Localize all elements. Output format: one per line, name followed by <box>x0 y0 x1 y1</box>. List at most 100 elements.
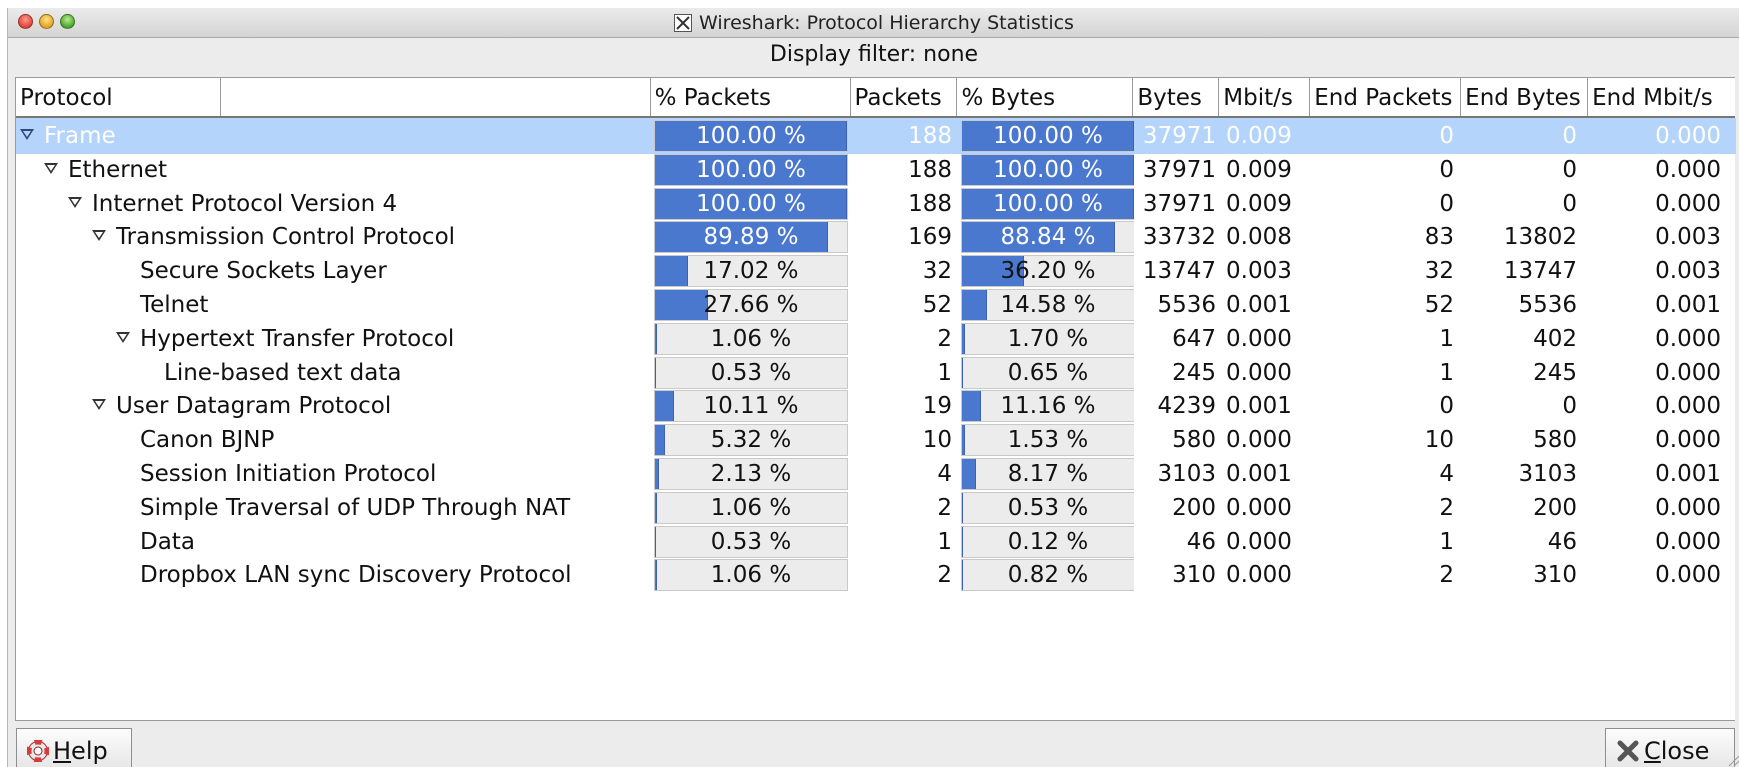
pct-packets-cell: 100.00 % <box>651 152 851 188</box>
close-button[interactable]: Close <box>1605 728 1735 767</box>
packets-cell: 19 <box>922 393 952 420</box>
protocol-cell: Session Initiation Protocol <box>16 456 651 492</box>
end-packets-cell: 4 <box>1439 461 1454 487</box>
pct-packets-bar: 100.00 % <box>654 153 848 186</box>
pct-packets-cell: 100.00 % <box>651 118 851 154</box>
table-row[interactable]: Ethernet 100.00 % 188 100.00 % 37971 0.009 0 0 0… <box>16 152 1736 188</box>
window-title-area: Wireshark: Protocol Hierarchy Statistics <box>8 8 1739 37</box>
mbits-cell: 0.001 <box>1226 393 1292 420</box>
pct-bytes-bar: 100.00 % <box>961 153 1134 186</box>
protocol-cell: Transmission Control Protocol <box>16 219 651 255</box>
packets-cell: 2 <box>937 494 952 521</box>
triangle-down-icon[interactable] <box>44 162 58 174</box>
table-row[interactable]: Hypertext Transfer Protocol 1.06 % 2 1.70 %… <box>16 321 1736 357</box>
mbits-cell: 0.008 <box>1226 224 1292 251</box>
triangle-down-icon[interactable] <box>92 230 106 242</box>
pct-packets-label: 100.00 % <box>696 190 806 217</box>
bytes-cell: 580 <box>1172 427 1216 454</box>
table-row[interactable]: Internet Protocol Version 4 100.00 % 188 10… <box>16 186 1736 222</box>
table-row[interactable]: Session Initiation Protocol 2.13 % 4 8.17 %… <box>16 456 1736 492</box>
pct-bytes-bar: 100.00 % <box>961 187 1134 220</box>
triangle-down-icon[interactable] <box>20 129 34 140</box>
end-bytes-cell: 580 <box>1533 427 1577 454</box>
column-header-protocol-spacer[interactable] <box>221 78 651 116</box>
protocol-name: Transmission Control Protocol <box>116 224 456 251</box>
protocol-tree-table[interactable]: Protocol % Packets Packets % Bytes Bytes… <box>15 77 1736 721</box>
column-header-mbits[interactable]: Mbit/s <box>1219 78 1311 116</box>
table-row[interactable]: Telnet 27.66 % 52 14.58 % 5536 0.001 52 5536 0.0… <box>16 287 1736 323</box>
protocol-cell: Data <box>16 524 651 560</box>
end-bytes-cell: 3103 <box>1518 461 1577 487</box>
pct-packets-label: 1.06 % <box>710 562 792 589</box>
end-bytes-cell: 46 <box>1547 528 1577 555</box>
pct-bytes-label: 36.20 % <box>1000 258 1096 285</box>
triangle-down-icon[interactable] <box>68 196 82 208</box>
pct-packets-label: 100.00 % <box>696 156 806 183</box>
pct-bytes-cell: 1.53 % <box>958 422 1134 458</box>
protocol-name: Data <box>140 528 195 555</box>
end-mbits-cell: 0.000 <box>1655 156 1721 183</box>
pct-bytes-bar: 1.53 % <box>961 424 1134 457</box>
table-row[interactable]: Simple Traversal of UDP Through NAT 1.06 … <box>16 490 1736 526</box>
pct-packets-cell: 1.06 % <box>651 321 851 357</box>
table-row[interactable]: Dropbox LAN sync Discovery Protocol 1.06 … <box>16 557 1736 593</box>
pct-packets-cell: 89.89 % <box>651 219 851 255</box>
mbits-cell: 0.000 <box>1226 325 1292 352</box>
bytes-cell: 3103 <box>1157 461 1216 487</box>
mbits-cell: 0.000 <box>1226 494 1292 521</box>
pct-packets-label: 27.66 % <box>703 292 799 318</box>
pct-bytes-cell: 14.58 % <box>958 287 1134 323</box>
pct-packets-bar: 10.11 % <box>654 390 848 423</box>
help-button[interactable]: Help <box>16 728 132 767</box>
table-row[interactable]: Transmission Control Protocol 89.89 % 169 8… <box>16 219 1736 255</box>
title-bar[interactable]: Wireshark: Protocol Hierarchy Statistics <box>8 8 1739 38</box>
table-row[interactable]: Secure Sockets Layer 17.02 % 32 36.20 % 1374… <box>16 253 1736 289</box>
end-mbits-cell: 0.000 <box>1655 528 1721 555</box>
column-header-end-mbits[interactable]: End Mbit/s <box>1588 78 1735 116</box>
table-row[interactable]: Frame 100.00 % 188 100.00 % 37971 0.009 0 0 0.00… <box>16 118 1736 154</box>
packets-cell: 169 <box>908 224 952 251</box>
bytes-cell: 310 <box>1172 562 1216 589</box>
column-header-end-packets[interactable]: End Packets <box>1310 78 1462 116</box>
protocol-name: Frame <box>44 123 116 149</box>
triangle-down-icon[interactable] <box>116 331 130 343</box>
column-header-pct-packets[interactable]: % Packets <box>651 78 851 116</box>
pct-bytes-cell: 8.17 % <box>958 456 1134 492</box>
pct-packets-bar: 17.02 % <box>654 255 848 288</box>
pct-packets-cell: 0.53 % <box>651 355 851 391</box>
resize-grip-icon[interactable] <box>1726 753 1739 767</box>
table-row[interactable]: Canon BJNP 5.32 % 10 1.53 % 580 0.000 10 580 0.0… <box>16 422 1736 458</box>
pct-bytes-bar: 100.00 % <box>961 120 1134 152</box>
pct-packets-label: 89.89 % <box>703 224 799 251</box>
protocol-name: Line-based text data <box>164 359 402 386</box>
pct-bytes-cell: 36.20 % <box>958 253 1134 289</box>
table-row[interactable]: Line-based text data 0.53 % 1 0.65 % 245 0.00… <box>16 355 1736 391</box>
end-mbits-cell: 0.000 <box>1655 123 1721 149</box>
end-bytes-cell: 0 <box>1562 393 1577 420</box>
pct-packets-bar: 2.13 % <box>654 458 848 490</box>
column-header-protocol[interactable]: Protocol <box>16 78 221 116</box>
pct-bytes-label: 100.00 % <box>993 190 1103 217</box>
column-header-packets[interactable]: Packets <box>851 78 958 116</box>
pct-packets-bar: 1.06 % <box>654 559 848 592</box>
column-header-end-bytes[interactable]: End Bytes <box>1461 78 1589 116</box>
table-row[interactable]: Data 0.53 % 1 0.12 % 46 0.000 1 46 0.000 <box>16 524 1736 560</box>
triangle-down-icon[interactable] <box>92 399 106 411</box>
close-label-mnemonic: C <box>1644 736 1661 765</box>
end-packets-cell: 0 <box>1439 190 1454 217</box>
pct-bytes-bar: 0.65 % <box>961 356 1134 389</box>
packets-cell: 188 <box>908 156 952 183</box>
pct-packets-bar: 5.32 % <box>654 424 848 457</box>
pct-packets-cell: 0.53 % <box>651 524 851 560</box>
protocol-cell: Internet Protocol Version 4 <box>16 186 651 222</box>
table-row[interactable]: User Datagram Protocol 10.11 % 19 11.16 % 42… <box>16 388 1736 424</box>
pct-bytes-label: 100.00 % <box>993 123 1103 149</box>
end-packets-cell: 83 <box>1424 224 1454 251</box>
column-header-bytes[interactable]: Bytes <box>1133 78 1220 116</box>
pct-packets-cell: 17.02 % <box>651 253 851 289</box>
pct-bytes-label: 0.53 % <box>1007 494 1089 521</box>
help-label: Help <box>53 737 108 765</box>
column-header-pct-bytes[interactable]: % Bytes <box>957 78 1134 116</box>
end-mbits-cell: 0.001 <box>1655 292 1721 318</box>
bytes-cell: 46 <box>1186 528 1216 555</box>
